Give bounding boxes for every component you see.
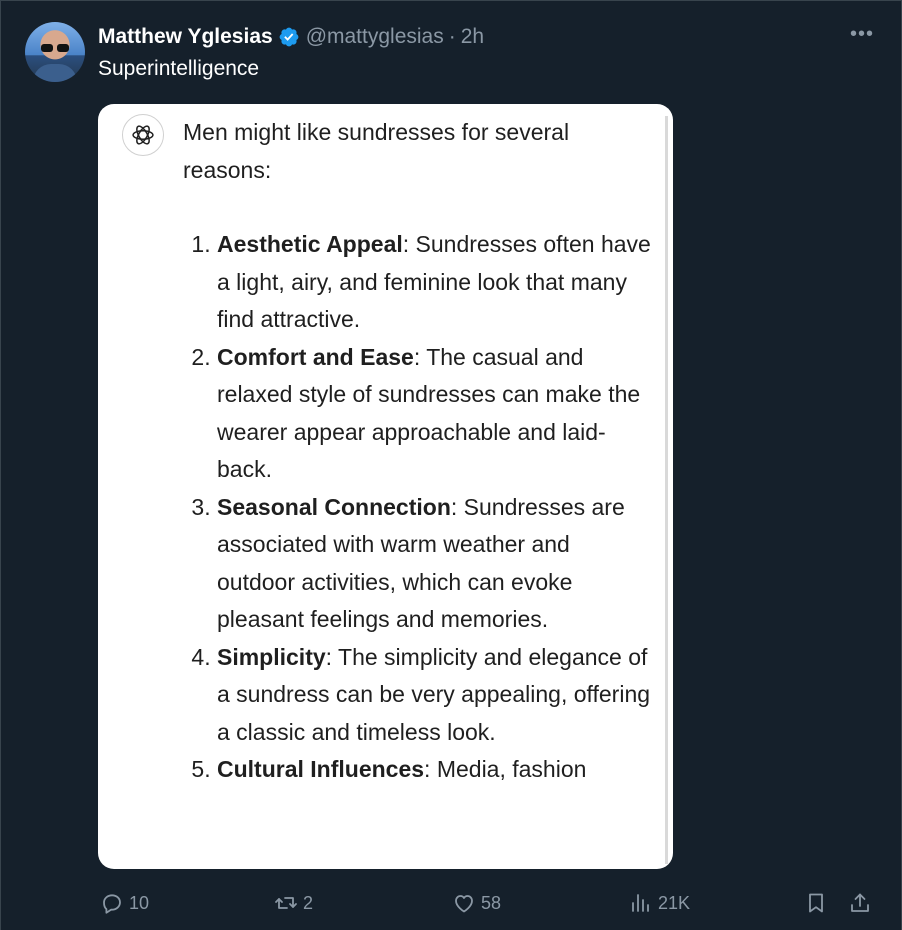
chat-intro: Men might like sundresses for several re… bbox=[183, 119, 570, 183]
bookmark-icon bbox=[809, 893, 823, 913]
media-scrollbar bbox=[665, 116, 668, 864]
share-button[interactable] bbox=[848, 888, 872, 918]
item-title: Simplicity bbox=[217, 643, 326, 670]
like-icon bbox=[455, 895, 473, 913]
like-count: 58 bbox=[481, 892, 502, 913]
repost-button[interactable]: 2 bbox=[274, 888, 313, 918]
author-name[interactable]: Matthew Yglesias bbox=[98, 25, 273, 49]
more-icon[interactable]: ••• bbox=[850, 24, 874, 46]
avatar-glasses bbox=[41, 44, 69, 52]
list-item: Cultural Influences: Media, fashion bbox=[217, 751, 653, 789]
action-bar: 10 2 58 21K bbox=[98, 888, 888, 918]
item-title: Seasonal Connection bbox=[217, 493, 451, 520]
separator-dot: · bbox=[448, 25, 456, 48]
bookmark-button[interactable] bbox=[804, 888, 828, 918]
like-button[interactable]: 58 bbox=[452, 888, 501, 918]
item-text: : Media, fashion bbox=[424, 756, 587, 782]
list-item: Simplicity: The simplicity and elegance … bbox=[217, 639, 653, 752]
avatar[interactable] bbox=[25, 22, 85, 82]
item-title: Comfort and Ease bbox=[217, 343, 414, 370]
reasons-list: Aesthetic Appeal: Sundresses often have … bbox=[183, 226, 653, 789]
tweet-header: Matthew Yglesias @mattyglesias · 2h bbox=[98, 24, 484, 50]
chat-response: Men might like sundresses for several re… bbox=[183, 114, 653, 789]
views-count: 21K bbox=[658, 892, 691, 913]
repost-icon bbox=[275, 897, 297, 909]
author-handle[interactable]: @mattyglesias bbox=[306, 25, 444, 49]
item-title: Cultural Influences bbox=[217, 756, 425, 782]
reply-icon bbox=[103, 894, 121, 914]
tweet-media-image[interactable]: Men might like sundresses for several re… bbox=[98, 104, 673, 869]
post-time[interactable]: 2h bbox=[461, 25, 484, 49]
share-icon bbox=[851, 893, 869, 912]
verified-badge-icon bbox=[279, 27, 299, 47]
item-title: Aesthetic Appeal bbox=[217, 231, 403, 257]
list-item: Seasonal Connection: Sundresses are asso… bbox=[217, 489, 653, 639]
tweet-text: Superintelligence bbox=[98, 57, 260, 80]
list-item: Comfort and Ease: The casual and relaxed… bbox=[217, 339, 653, 489]
reply-count: 10 bbox=[129, 892, 150, 913]
chatgpt-logo-icon bbox=[122, 114, 164, 156]
views-button[interactable]: 21K bbox=[629, 888, 690, 918]
avatar-shirt bbox=[33, 64, 77, 82]
views-icon bbox=[632, 894, 649, 912]
list-item: Aesthetic Appeal: Sundresses often have … bbox=[217, 226, 653, 339]
reply-button[interactable]: 10 bbox=[100, 888, 149, 918]
repost-count: 2 bbox=[303, 892, 314, 913]
